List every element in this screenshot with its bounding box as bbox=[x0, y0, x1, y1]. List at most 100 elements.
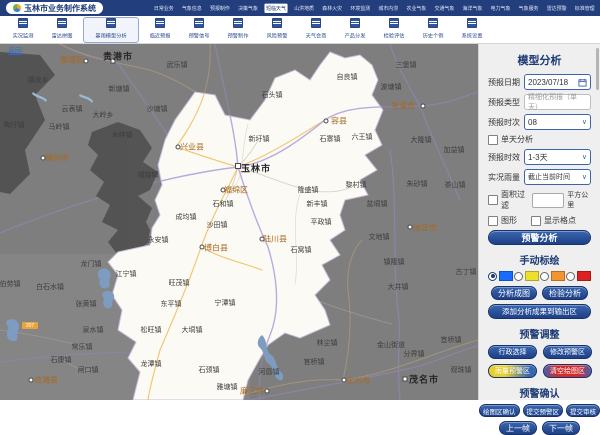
town-label: 波塘镇 bbox=[381, 82, 402, 92]
chevron-down-icon: ∨ bbox=[582, 118, 587, 126]
town-label: 新丰镇 bbox=[307, 199, 328, 209]
town-label: 石窝镇 bbox=[291, 245, 312, 255]
sidebar-scrollbar[interactable] bbox=[596, 48, 599, 90]
town-label: 镇隆镇 bbox=[384, 257, 405, 267]
show-grid-checkbox[interactable] bbox=[531, 216, 541, 226]
top-nav-item[interactable]: 山洪地质 bbox=[292, 3, 315, 12]
rain-obs-select[interactable]: 截止当前时间 ∨ bbox=[524, 169, 591, 185]
show-grid-label: 显示格点 bbox=[544, 215, 576, 226]
color-swatch bbox=[577, 271, 591, 281]
top-nav-item[interactable]: 海洋气象 bbox=[461, 3, 484, 12]
warn-adjust-button[interactable]: 雨量预警区 bbox=[488, 364, 537, 378]
frame-pager-button[interactable]: 下一帧 bbox=[542, 421, 580, 435]
tab-item[interactable]: 天气会商 bbox=[298, 18, 334, 42]
town-label: 江宁镇 bbox=[116, 269, 137, 279]
town-label: 黎村镇 bbox=[346, 180, 367, 190]
top-nav-item[interactable]: 标准管理 bbox=[573, 3, 596, 12]
forecast-range-select[interactable]: 1-3天 ∨ bbox=[524, 149, 591, 165]
tab-item[interactable]: 雷达拼图 bbox=[44, 18, 80, 42]
top-nav-item[interactable]: 雷达预警 bbox=[545, 3, 568, 12]
draw-color-radio[interactable] bbox=[488, 271, 513, 281]
graphic-checkbox[interactable] bbox=[488, 216, 498, 226]
top-nav-item[interactable]: 环境监测 bbox=[348, 3, 371, 12]
manual-draw-button[interactable]: 分析成图 bbox=[491, 286, 537, 300]
top-nav-item[interactable]: 预报制作 bbox=[208, 3, 231, 12]
town-label: 雅塘镇 bbox=[217, 382, 238, 392]
draw-color-radio[interactable] bbox=[514, 271, 539, 281]
single-day-checkbox[interactable] bbox=[488, 135, 498, 145]
top-nav-item[interactable]: 气象服务 bbox=[517, 3, 540, 12]
top-nav-item[interactable]: 日常业务 bbox=[152, 3, 175, 12]
town-label: 林尘镇 bbox=[317, 338, 338, 348]
top-nav-item[interactable]: 气象信息 bbox=[180, 3, 203, 12]
warn-adjust-button[interactable]: 修改预警区 bbox=[543, 345, 592, 359]
back-link[interactable]: 返回 bbox=[8, 46, 22, 56]
warn-confirm-button[interactable]: 绘图区确认 bbox=[479, 404, 520, 417]
top-nav-item[interactable]: 森林火灾 bbox=[320, 3, 343, 12]
tab-item[interactable]: 产品分发 bbox=[337, 18, 373, 42]
tab-label: 临近预报 bbox=[150, 31, 171, 39]
app-header: 玉林市业务制作系统 日常业务气象信息预报制作决策气象短临天气山洪地质森林火灾环境… bbox=[0, 0, 600, 16]
area-filter-checkbox[interactable] bbox=[488, 195, 498, 205]
town-label: 石颈镇 bbox=[199, 365, 220, 375]
tab-item[interactable]: 历史个例 bbox=[415, 18, 451, 42]
forecast-hour-value: 08 bbox=[528, 118, 537, 127]
tab-item[interactable]: 检验评估 bbox=[376, 18, 412, 42]
map-area[interactable]: 武乐镇镇龙乡新塘镇云表镇大岭乡沙塘镇陶圩镇马岭镇木梓镇城隍镇石头镇新圩镇自良镇波… bbox=[0, 44, 478, 400]
town-label: 成均镇 bbox=[176, 212, 197, 222]
radio-icon bbox=[514, 272, 523, 281]
town-label: 三堡镇 bbox=[396, 60, 417, 70]
tab-item[interactable]: 实况监测 bbox=[5, 18, 41, 42]
color-swatch bbox=[499, 271, 513, 281]
town-label: 石头镇 bbox=[262, 90, 283, 100]
manual-draw-buttons: 分析成图检验分析 bbox=[488, 286, 591, 300]
draw-color-radio[interactable] bbox=[566, 271, 591, 281]
top-nav-item[interactable]: 短临天气 bbox=[264, 3, 287, 12]
tab-item[interactable]: 预警制作 bbox=[220, 18, 256, 42]
warn-adjust-button[interactable]: 清空绘图区 bbox=[543, 364, 592, 378]
add-analysis-output-button[interactable]: 添加分析成果到输出区 bbox=[488, 304, 591, 319]
tab-item[interactable]: 系统设置 bbox=[454, 18, 490, 42]
top-nav-item[interactable]: 决策气象 bbox=[236, 3, 259, 12]
warn-adjust-buttons: 行政选择修改预警区雨量预警区清空绘图区 bbox=[488, 345, 591, 378]
warning-analyze-button[interactable]: 预警分析 bbox=[488, 230, 591, 245]
town-label: 伯劳镇 bbox=[0, 279, 21, 289]
forecast-date-input[interactable]: 2023/07/18 bbox=[524, 74, 591, 90]
top-nav-item[interactable]: 电力气象 bbox=[489, 3, 512, 12]
app-logo: 玉林市业务制作系统 bbox=[6, 2, 103, 14]
top-nav-item[interactable]: 农业气象 bbox=[405, 3, 428, 12]
town-label: 平政镇 bbox=[311, 217, 332, 227]
manual-draw-button[interactable]: 检验分析 bbox=[542, 286, 588, 300]
top-nav-item[interactable]: 城市内涝 bbox=[376, 3, 399, 12]
top-nav-item[interactable]: 交通气象 bbox=[433, 3, 456, 12]
frame-pager-buttons: 上一帧下一帧 bbox=[488, 421, 591, 435]
tab-label: 风险预警 bbox=[267, 31, 288, 39]
road-number-badge: 207 bbox=[22, 322, 38, 329]
county-label: 容县 bbox=[331, 116, 347, 127]
tab-item[interactable]: 风险预警 bbox=[259, 18, 295, 42]
tab-item[interactable]: 临近预报 bbox=[142, 18, 178, 42]
panel-title: 模型分析 bbox=[488, 52, 591, 68]
area-filter-input[interactable] bbox=[532, 193, 564, 208]
frame-pager-button[interactable]: 上一帧 bbox=[499, 421, 537, 435]
app-logo-icon bbox=[13, 4, 21, 12]
county-label: 岑溪市 bbox=[391, 101, 415, 112]
town-label: 龙潭镇 bbox=[141, 359, 162, 369]
forecast-type-input: 精细化预报（单天） bbox=[524, 94, 591, 110]
city-label: 玉林市 bbox=[241, 162, 271, 175]
warn-confirm-button[interactable]: 提交预警区 bbox=[523, 404, 564, 417]
county-label: 福绵区 bbox=[224, 185, 248, 196]
single-day-label: 单天分析 bbox=[501, 134, 533, 145]
tab-item[interactable]: 暴雨模型分析 bbox=[83, 17, 139, 43]
forecast-hour-select[interactable]: 08 ∨ bbox=[524, 114, 591, 130]
tab-item[interactable]: 预警信号 bbox=[181, 18, 217, 42]
town-label: 观珠镇 bbox=[451, 365, 472, 375]
warn-adjust-button[interactable]: 行政选择 bbox=[488, 345, 537, 359]
graphic-label: 图形 bbox=[501, 215, 517, 226]
calendar-icon[interactable] bbox=[578, 78, 587, 87]
town-label: 大岭乡 bbox=[93, 110, 114, 120]
tab-label: 实况监测 bbox=[13, 31, 34, 39]
warn-confirm-button[interactable]: 提交审核 bbox=[566, 404, 600, 417]
town-label: 木梓镇 bbox=[112, 130, 133, 140]
draw-color-radio[interactable] bbox=[540, 271, 565, 281]
